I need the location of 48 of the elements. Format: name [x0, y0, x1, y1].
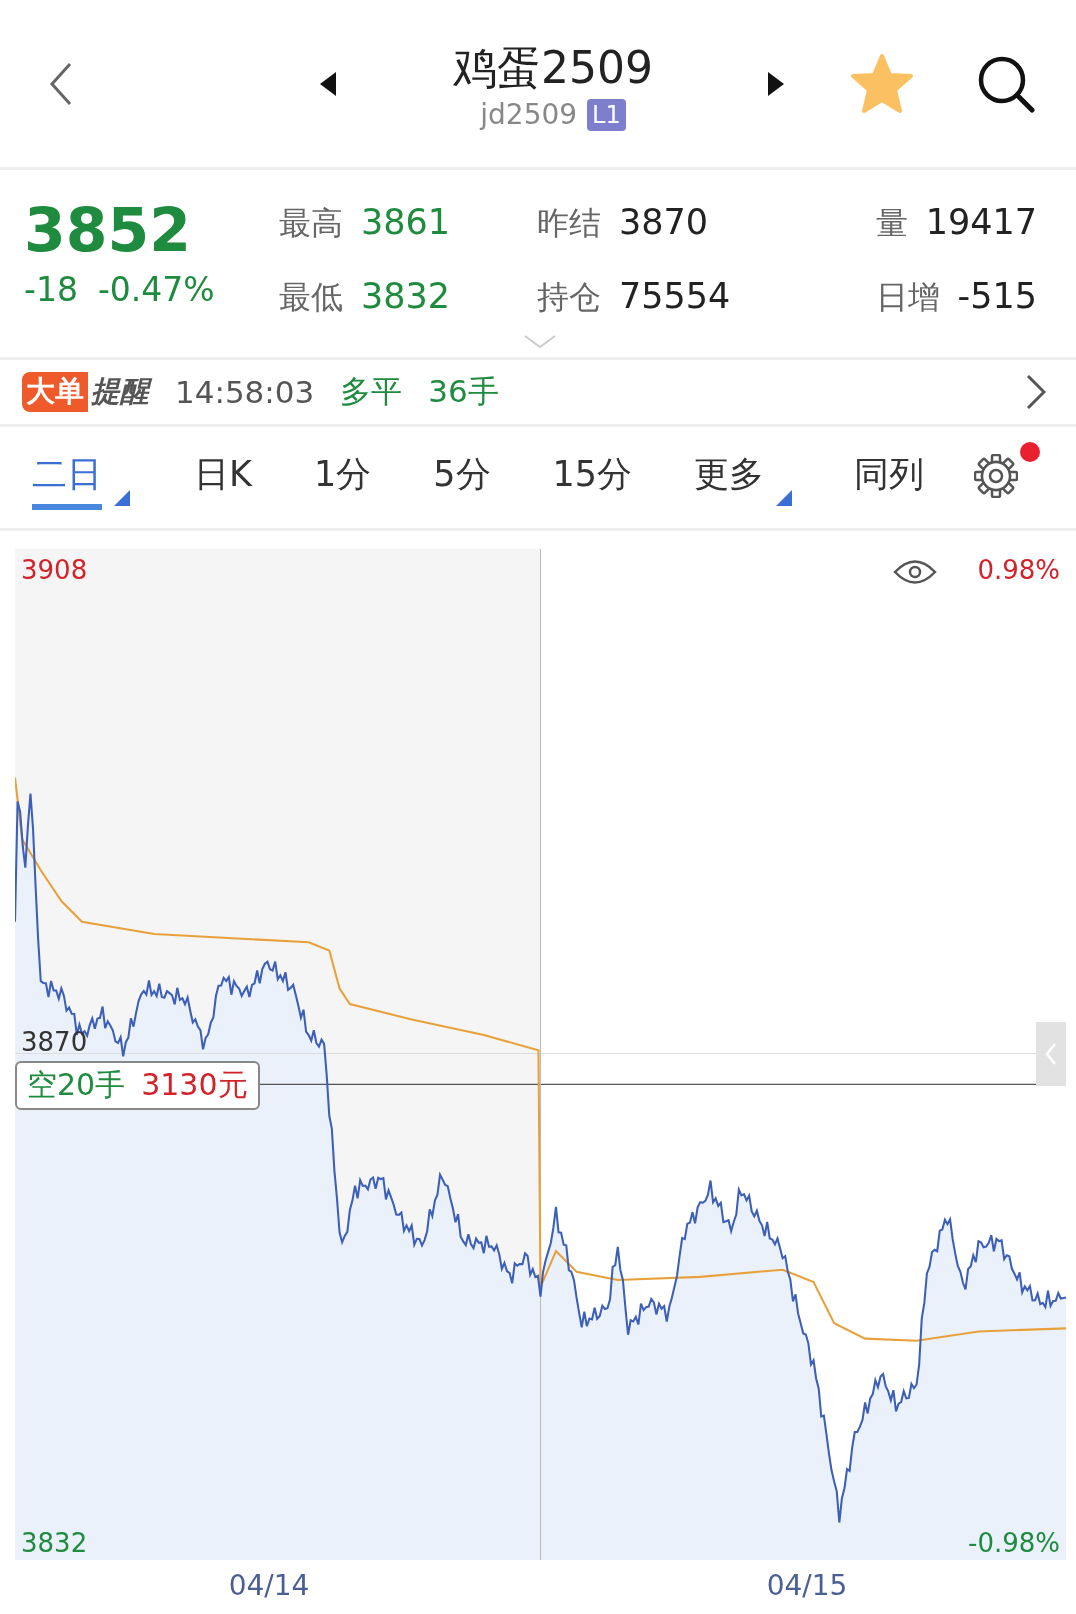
price-change: -18: [24, 270, 78, 309]
alert-action: 多平: [340, 372, 403, 411]
next-arrow-icon[interactable]: [766, 71, 784, 96]
alert-volume: 36手: [428, 372, 499, 411]
stat-label: 持仓: [537, 277, 601, 318]
level-badge: L1: [587, 98, 626, 131]
period-tab[interactable]: 二日: [32, 443, 130, 512]
period-tab[interactable]: 1分: [313, 443, 372, 512]
stat-value: 75554: [619, 276, 731, 316]
axis-label: 3908: [21, 555, 88, 585]
alert-badge: 大单: [22, 372, 88, 412]
stat-value: 19417: [925, 202, 1037, 242]
percent-change: -0.47%: [97, 270, 215, 309]
contract-title: 鸡蛋2509: [453, 41, 653, 95]
axis-label: 0.98%: [977, 555, 1060, 585]
stat-label: 昨结: [537, 203, 601, 244]
stat-value: -515: [957, 276, 1037, 316]
contract-code: jd2509: [480, 98, 578, 131]
period-tab[interactable]: 更多: [694, 443, 793, 512]
settings-icon[interactable]: [974, 453, 1019, 498]
marker-amount: 3130元: [141, 1066, 248, 1104]
axis-label: 3832: [21, 1528, 88, 1558]
marker-position: 空20手: [27, 1066, 126, 1104]
eye-icon[interactable]: [892, 557, 938, 587]
date-label: 04/15: [765, 1568, 849, 1602]
stat-value: 3870: [619, 202, 709, 242]
period-tab[interactable]: 5分: [433, 443, 491, 512]
chevron-right-icon[interactable]: [1026, 374, 1046, 410]
axis-label: 3870: [21, 1027, 88, 1057]
stat-label: 量: [875, 203, 908, 244]
date-label: 04/14: [227, 1568, 311, 1602]
period-tab[interactable]: 15分: [552, 443, 633, 512]
stat-value: 3861: [361, 202, 451, 242]
back-icon[interactable]: [48, 60, 74, 107]
period-tab[interactable]: 同列: [854, 443, 925, 512]
stat-label: 日增: [875, 277, 940, 318]
side-panel-handle[interactable]: [1036, 1022, 1066, 1086]
period-tab[interactable]: 日K: [194, 443, 252, 512]
dropdown-corner-icon[interactable]: [114, 490, 130, 506]
star-icon[interactable]: [850, 52, 914, 115]
alert-time: 14:58:03: [175, 374, 315, 410]
last-price: 3852: [24, 198, 192, 262]
stat-label: 最高: [279, 203, 343, 244]
stat-value: 3832: [361, 276, 451, 316]
stat-label: 最低: [279, 277, 343, 318]
dropdown-corner-icon[interactable]: [776, 490, 793, 506]
previous-arrow-icon[interactable]: [320, 71, 338, 96]
axis-label: -0.98%: [968, 1528, 1060, 1558]
